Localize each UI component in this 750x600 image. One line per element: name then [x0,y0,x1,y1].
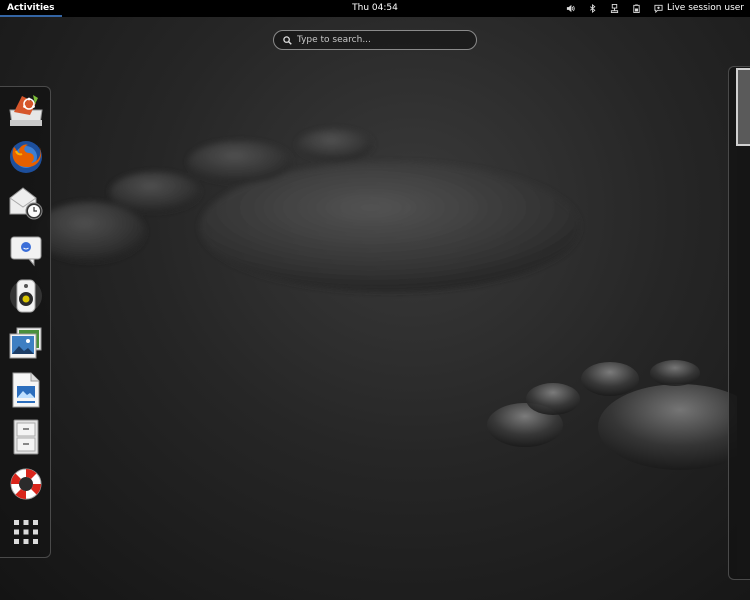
dash-app-help[interactable] [7,465,45,503]
workspace-thumbnail-active[interactable] [736,68,750,146]
user-label: Live session user [666,3,744,13]
user-menu[interactable]: Live session user [654,0,744,17]
dash-app-image-viewer[interactable] [7,324,45,362]
top-bar: Activities Thu 04:54 Live session user [0,0,750,17]
mail-clock-icon [9,187,43,220]
grid-icon [14,520,38,544]
network-icon[interactable] [610,4,619,13]
battery-icon[interactable] [632,4,641,13]
dash-app-file-manager[interactable] [7,418,45,456]
dash-app-firefox[interactable] [7,138,45,176]
firefox-icon [10,141,42,173]
document-icon [12,372,40,408]
volume-icon[interactable] [566,4,575,13]
photos-icon [9,327,42,359]
search-box[interactable] [273,30,477,50]
speaker-icon [10,279,42,313]
dash-app-music-player[interactable] [7,277,45,315]
dash-app-mail-client[interactable] [7,184,45,222]
dash-app-software-center[interactable] [7,91,45,129]
package-icon [9,95,43,126]
lifebuoy-icon [10,468,42,500]
dash [0,86,51,558]
user-chat-icon [654,4,663,13]
dash-app-document-editor[interactable] [7,371,45,409]
search-input[interactable] [297,35,467,45]
dash-app-messaging[interactable] [7,231,45,269]
bluetooth-icon[interactable] [588,4,597,13]
wallpaper [35,129,750,470]
system-tray: Live session user [566,0,744,17]
workspace-thumbnail-empty[interactable] [737,148,750,576]
cabinet-icon [13,419,39,455]
chat-icon [10,236,42,267]
show-applications-button[interactable] [7,513,45,551]
search-icon [283,35,292,45]
